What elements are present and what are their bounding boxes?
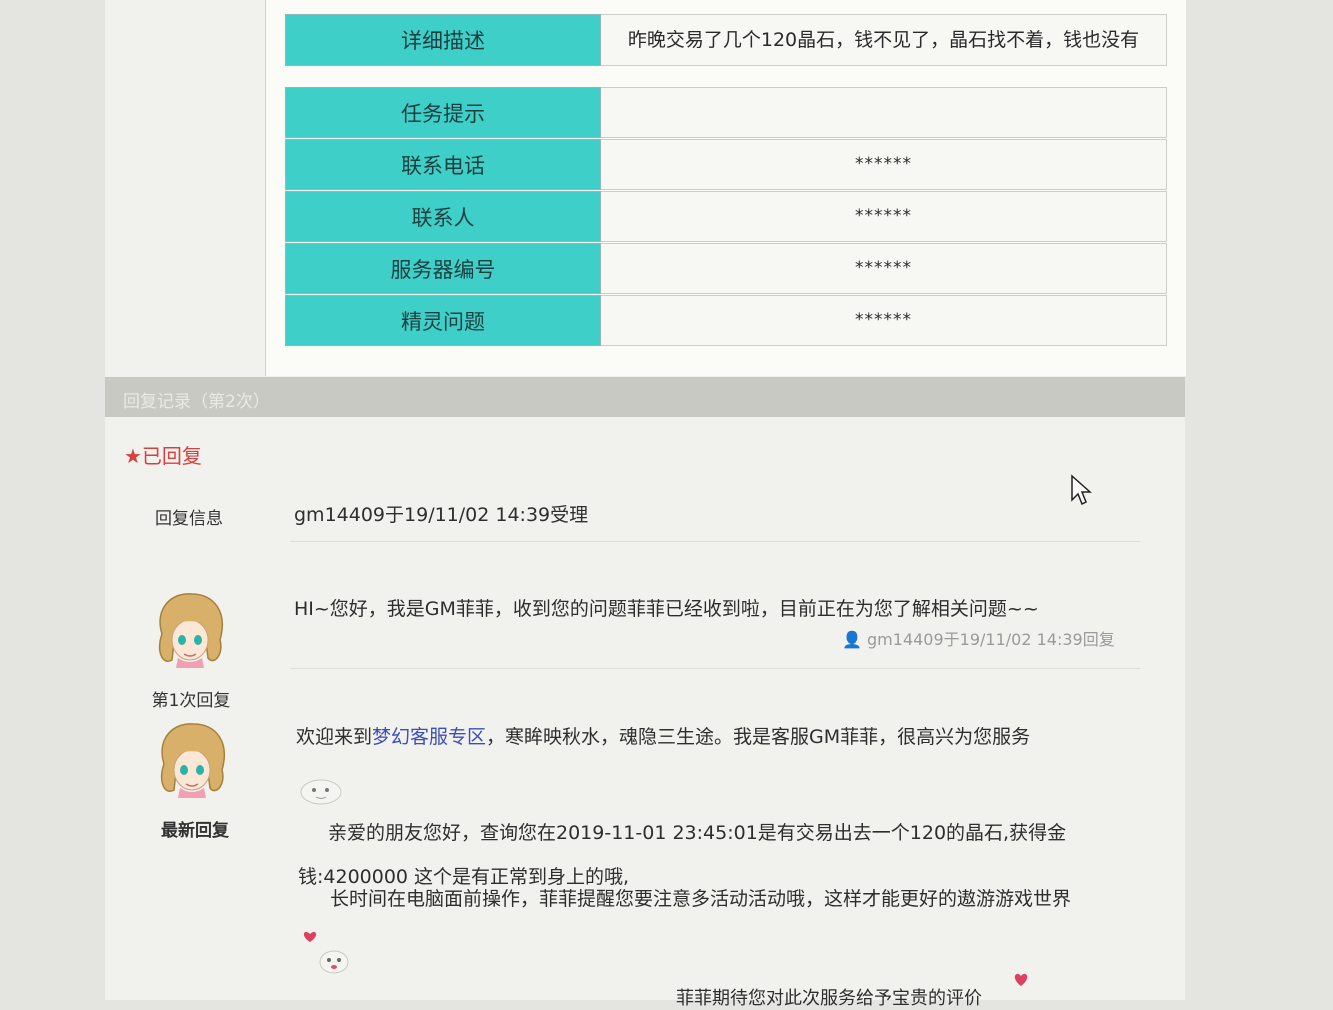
row-label: 联系电话 [285, 139, 601, 190]
section-title: 回复记录（第2次） [123, 392, 270, 412]
emoticon [300, 779, 342, 805]
first-reply-meta: 👤 gm14409于19/11/02 14:39回复 [842, 626, 1115, 650]
row-contact-phone: 联系电话 ****** [285, 139, 1167, 190]
row-value: ****** [601, 295, 1167, 346]
service-zone-link[interactable]: 梦幻客服专区 [372, 726, 486, 748]
status-badge: ★已回复 [124, 444, 202, 468]
emoticon [1014, 973, 1028, 986]
first-reply-label: 第1次回复 [151, 691, 231, 711]
reply-info-label: 回复信息 [155, 509, 223, 529]
first-reply-meta-text: gm14409于19/11/02 14:39回复 [867, 630, 1115, 649]
row-value: ****** [601, 191, 1167, 242]
row-label: 精灵问题 [285, 295, 601, 346]
row-contact-person: 联系人 ****** [285, 191, 1167, 242]
reply-section-header: 回复记录（第2次） [105, 377, 1185, 417]
greeting-prefix: 欢迎来到 [296, 726, 373, 748]
row-server-number: 服务器编号 ****** [285, 243, 1167, 294]
reply-info-text: gm14409于19/11/02 14:39受理 [294, 504, 589, 526]
latest-reply-label: 最新回复 [161, 821, 229, 841]
row-value: ****** [601, 243, 1167, 294]
row-label: 任务提示 [285, 87, 601, 138]
row-detail-description: 详细描述 昨晚交易了几个120晶石，钱不见了，晶石找不着，钱也没有 [285, 14, 1167, 66]
row-sprite-issue: 精灵问题 ****** [285, 295, 1167, 346]
divider [290, 668, 1140, 669]
row-label: 联系人 [285, 191, 601, 242]
user-icon: 👤 [842, 630, 862, 649]
row-label: 服务器编号 [285, 243, 601, 294]
mouse-cursor [1071, 474, 1092, 506]
row-value: 昨晚交易了几个120晶石，钱不见了，晶石找不着，钱也没有 [601, 14, 1167, 66]
latest-para1-line1: 亲爱的朋友您好，查询您在2019-11-01 23:45:01是有交易出去一个1… [328, 822, 1067, 844]
latest-para3: 菲菲期待您对此次服务给予宝贵的评价 [676, 988, 982, 1009]
row-label: 详细描述 [285, 14, 601, 66]
emoticon [303, 931, 349, 974]
gm-avatar [160, 723, 225, 798]
row-value: ****** [601, 139, 1167, 190]
first-reply-text: HI~您好，我是GM菲菲，收到您的问题菲菲已经收到啦，目前正在为您了解相关问题~… [294, 598, 1039, 620]
row-value [601, 87, 1167, 138]
divider [290, 541, 1140, 542]
latest-greeting: 欢迎来到梦幻客服专区，寒眸映秋水，魂隐三生途。我是客服GM菲菲，很高兴为您服务 [296, 722, 1030, 749]
row-task-hint: 任务提示 [285, 87, 1167, 138]
latest-para2: 长时间在电脑面前操作，菲菲提醒您要注意多活动活动哦，这样才能更好的遨游游戏世界 [330, 888, 1072, 910]
gm-avatar [158, 593, 223, 668]
greeting-suffix: ，寒眸映秋水，魂隐三生途。我是客服GM菲菲，很高兴为您服务 [486, 726, 1031, 748]
